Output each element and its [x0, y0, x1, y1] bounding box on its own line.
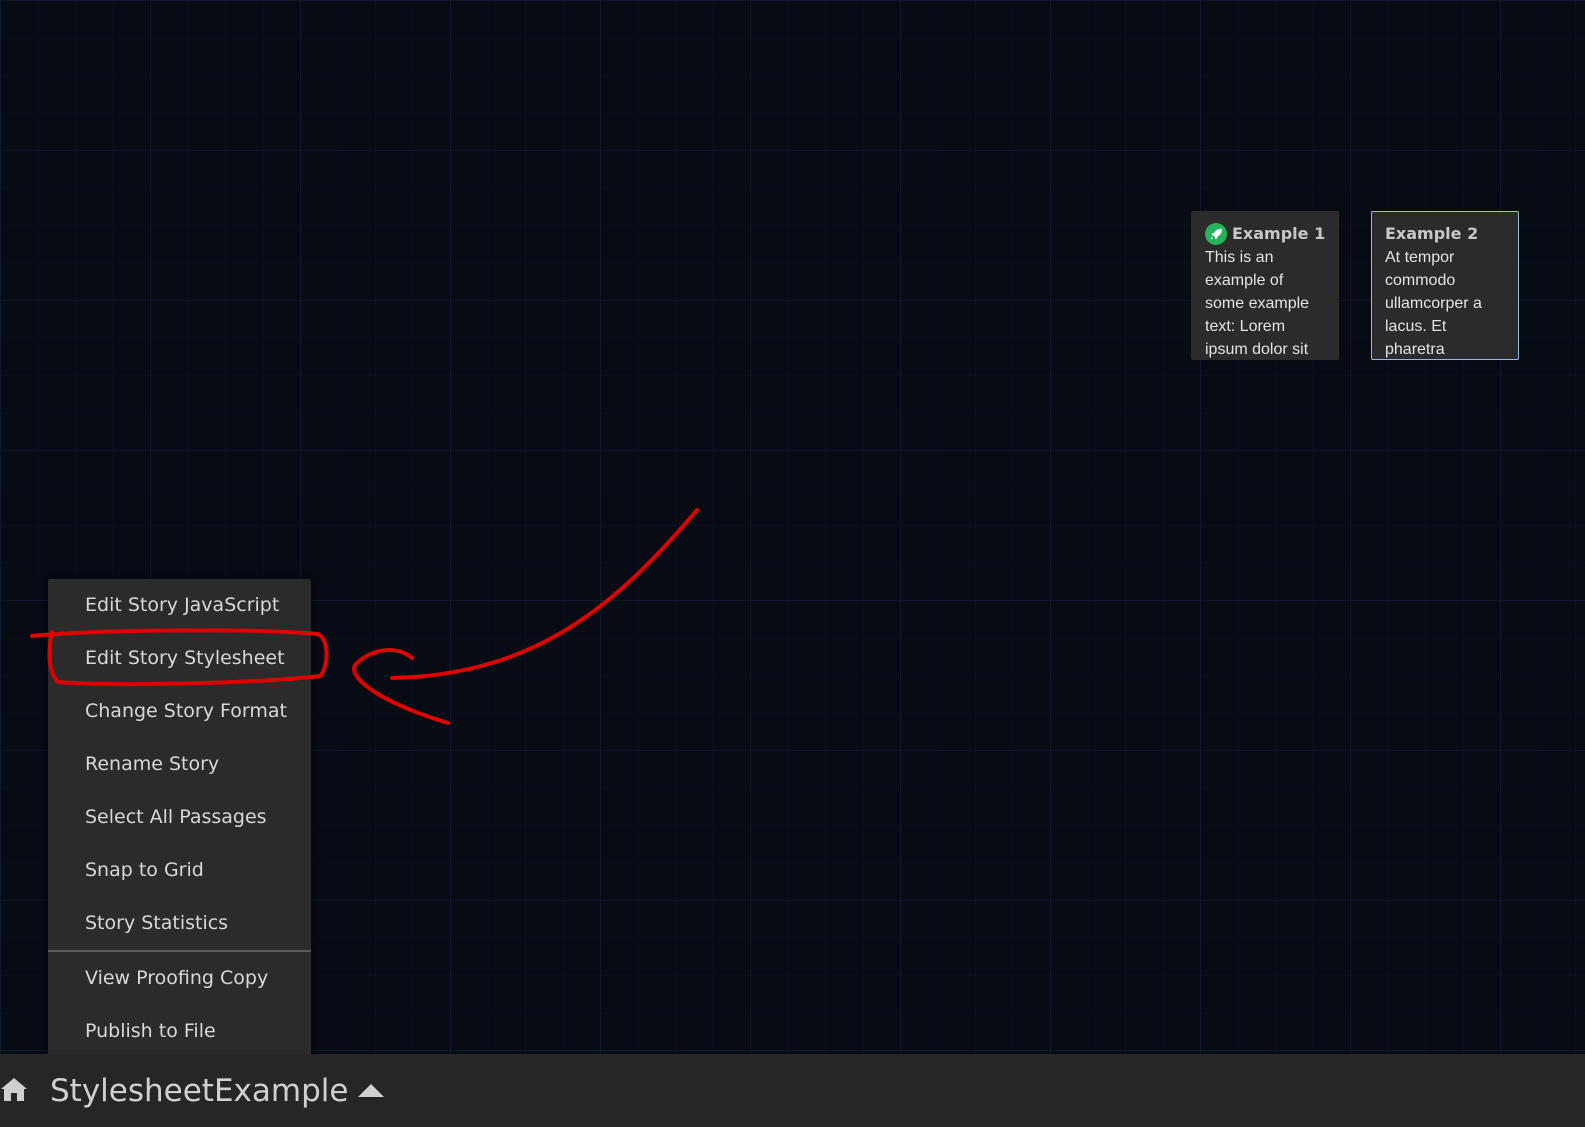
story-name: StylesheetExample — [50, 1072, 349, 1109]
home-icon — [0, 1075, 28, 1107]
menu-item-edit-story-stylesheet[interactable]: Edit Story Stylesheet — [48, 632, 311, 685]
passage-title-text: Example 2 — [1385, 224, 1479, 243]
menu-item-publish-to-file[interactable]: Publish to File — [48, 1005, 311, 1058]
story-bottom-bar: StylesheetExample — [0, 1054, 1585, 1127]
story-map-canvas[interactable]: Example 1 This is an example of some exa… — [0, 0, 1585, 1058]
menu-item-snap-to-grid[interactable]: Snap to Grid — [48, 844, 311, 897]
caret-up-icon — [358, 1084, 385, 1097]
menu-item-edit-story-javascript[interactable]: Edit Story JavaScript — [48, 579, 311, 632]
passage-excerpt: At tempor commodo ullamcorper a lacus. E… — [1385, 249, 1482, 358]
menu-item-change-story-format[interactable]: Change Story Format — [48, 685, 311, 738]
story-menu-toggle[interactable]: StylesheetExample — [50, 1072, 385, 1109]
menu-item-rename-story[interactable]: Rename Story — [48, 738, 311, 791]
menu-item-view-proofing-copy[interactable]: View Proofing Copy — [48, 952, 311, 1005]
rocket-icon — [1205, 223, 1227, 245]
passage-card-example-1[interactable]: Example 1 This is an example of some exa… — [1191, 211, 1339, 360]
menu-item-story-statistics[interactable]: Story Statistics — [48, 897, 311, 950]
passage-title-text: Example 1 — [1232, 224, 1326, 243]
menu-item-select-all-passages[interactable]: Select All Passages — [48, 791, 311, 844]
home-button[interactable] — [0, 1071, 30, 1111]
passage-excerpt: This is an example of some example text:… — [1205, 249, 1310, 358]
passage-title: Example 1 — [1205, 223, 1325, 245]
passage-title: Example 2 — [1385, 223, 1505, 245]
passage-card-example-2[interactable]: Example 2 At tempor commodo ullamcorper … — [1371, 211, 1519, 360]
story-details-menu: Edit Story JavaScript Edit Story Stylesh… — [48, 579, 311, 1058]
